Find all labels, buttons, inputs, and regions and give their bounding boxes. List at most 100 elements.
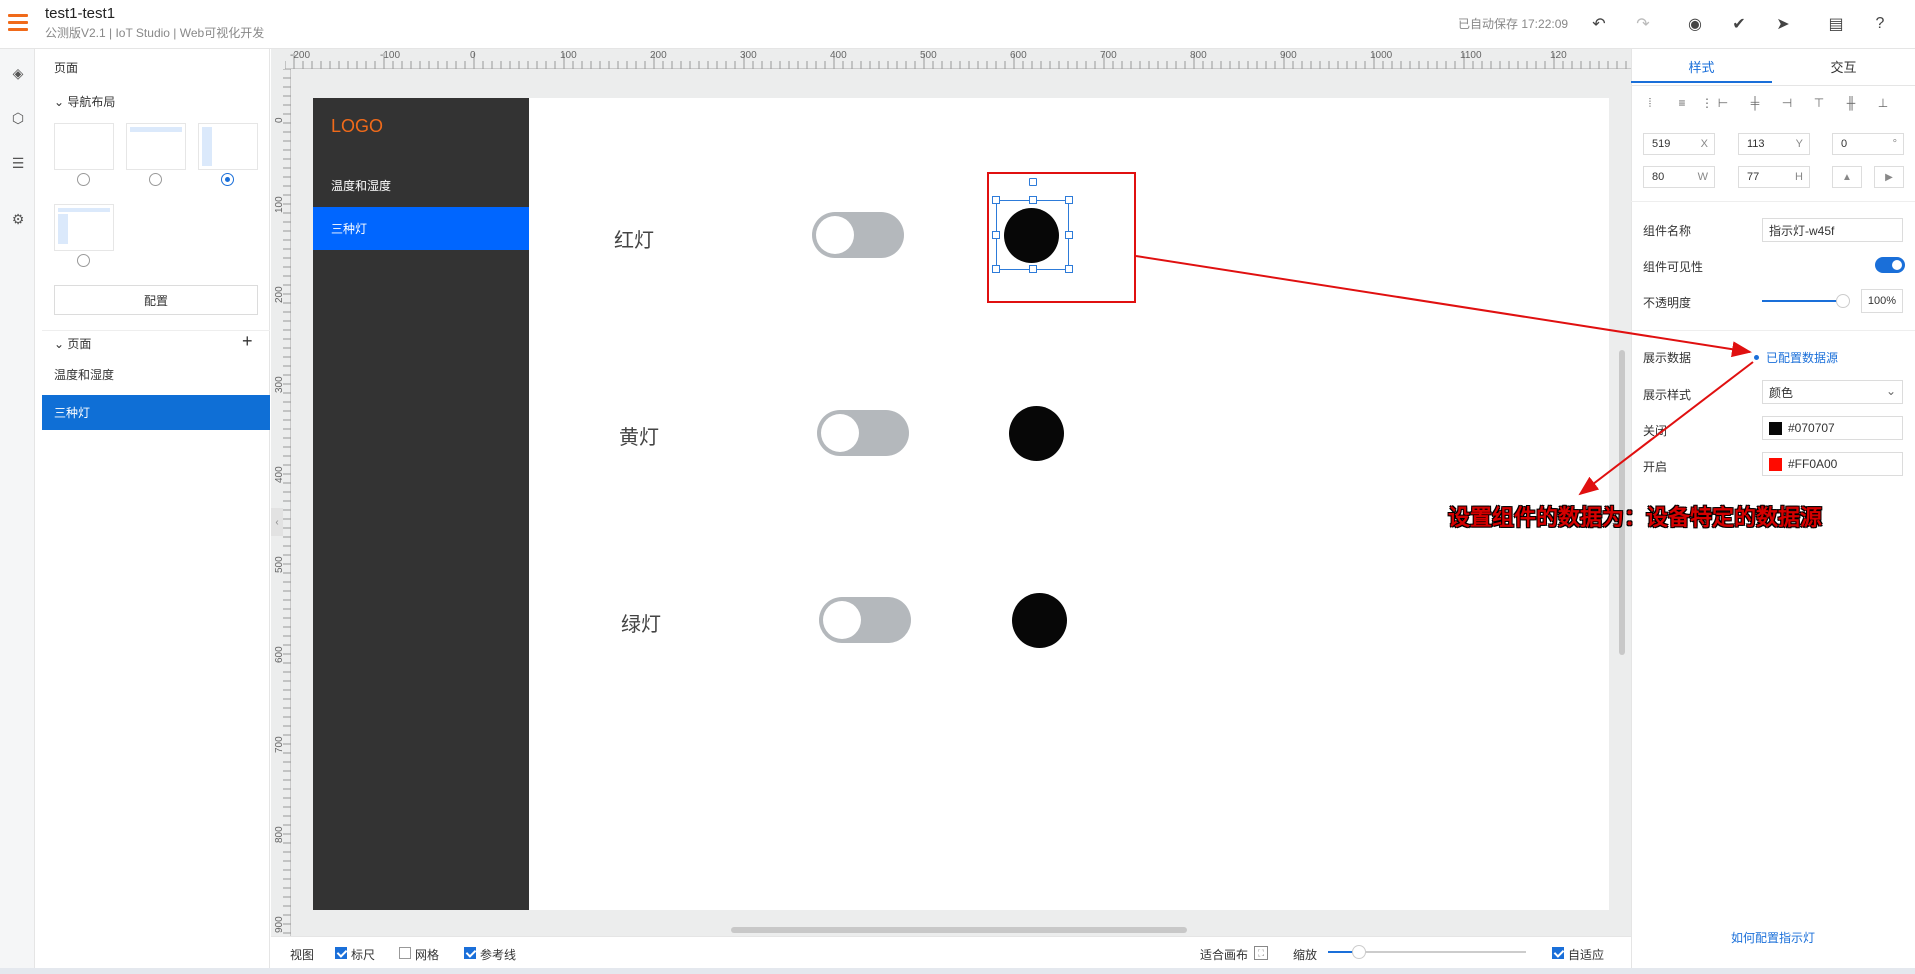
- doc-icon[interactable]: ▤: [1825, 13, 1847, 35]
- on-color-swatch[interactable]: [1769, 457, 1782, 471]
- y-field[interactable]: 113 Y: [1738, 133, 1810, 155]
- tab-style[interactable]: 样式: [1631, 57, 1772, 83]
- help-icon[interactable]: ?: [1869, 13, 1891, 35]
- red-light-switch[interactable]: [812, 212, 904, 258]
- fit-canvas-label[interactable]: 适合画布: [1200, 946, 1248, 963]
- ruler-h-label: -100: [380, 50, 401, 61]
- chevron-down-icon: ⌄: [1885, 384, 1896, 398]
- collapse-panel-icon[interactable]: ‹: [271, 508, 283, 536]
- green-light-label: 绿灯: [621, 614, 661, 636]
- layout-radio-2[interactable]: [149, 173, 162, 186]
- undo-icon[interactable]: ↶: [1588, 13, 1610, 35]
- guide-checkbox[interactable]: [464, 947, 476, 959]
- display-style-select[interactable]: 颜色 ⌄: [1762, 380, 1903, 404]
- align-left-icon[interactable]: ⊢: [1716, 96, 1730, 110]
- opacity-slider-thumb[interactable]: [1836, 294, 1850, 308]
- resize-handle-tr[interactable]: [1065, 196, 1073, 204]
- datasource-link[interactable]: 已配置数据源: [1766, 349, 1838, 366]
- distribute-more-icon[interactable]: ⋮: [1700, 96, 1714, 110]
- green-light-switch[interactable]: [819, 597, 911, 643]
- check-icon[interactable]: ✔: [1728, 13, 1750, 35]
- y-value: 113: [1747, 138, 1765, 150]
- align-center-h-icon[interactable]: ╪: [1748, 96, 1762, 110]
- page-item-three-lights[interactable]: 三种灯: [42, 395, 270, 430]
- width-field[interactable]: 80 W: [1643, 166, 1715, 188]
- display-data-label: 展示数据: [1643, 351, 1692, 365]
- flip-vertical-icon[interactable]: ▲: [1832, 166, 1862, 188]
- distribute-v-icon[interactable]: ≡: [1675, 96, 1689, 110]
- help-link[interactable]: 如何配置指示灯: [1731, 929, 1815, 946]
- off-color-swatch[interactable]: [1769, 421, 1782, 435]
- layout-option-top-side[interactable]: [54, 204, 114, 251]
- grid-checkbox[interactable]: [399, 947, 411, 959]
- page-nav-item-temp-humidity[interactable]: 温度和湿度: [313, 164, 529, 207]
- ruler-h-label: 300: [740, 50, 757, 61]
- component-name-input[interactable]: 指示灯-w45f: [1762, 218, 1903, 242]
- rotate-handle[interactable]: [1029, 178, 1037, 186]
- yellow-light-switch[interactable]: [817, 410, 909, 456]
- opacity-slider-track[interactable]: [1762, 300, 1842, 302]
- ruler-h-label: 600: [1010, 50, 1027, 61]
- ruler-h-ticks: [285, 53, 1627, 69]
- layout-option-side[interactable]: [198, 123, 258, 170]
- ruler-v-label: 700: [274, 736, 285, 753]
- tab-interaction[interactable]: 交互: [1773, 57, 1914, 83]
- distribute-h-icon[interactable]: ⦙: [1643, 96, 1657, 110]
- config-button[interactable]: 配置: [54, 285, 258, 315]
- page-item-temp-humidity[interactable]: 温度和湿度: [42, 357, 270, 392]
- resize-handle-l[interactable]: [992, 231, 1000, 239]
- pages-heading[interactable]: ⌄ 页面: [54, 335, 91, 352]
- resize-handle-bl[interactable]: [992, 265, 1000, 273]
- hamburger-menu-icon[interactable]: [8, 14, 28, 32]
- add-page-icon[interactable]: +: [242, 331, 253, 352]
- layout-radio-4[interactable]: [77, 254, 90, 267]
- resize-handle-tl[interactable]: [992, 196, 1000, 204]
- component-icon[interactable]: ⬡: [8, 108, 28, 128]
- layout-option-none[interactable]: [54, 123, 114, 170]
- resize-handle-br[interactable]: [1065, 265, 1073, 273]
- resize-handle-b[interactable]: [1029, 265, 1037, 273]
- page-nav-item-three-lights[interactable]: 三种灯: [313, 207, 529, 250]
- ruler-v-label: 900: [274, 916, 285, 933]
- publish-icon[interactable]: ➤: [1772, 13, 1794, 35]
- auto-fit-checkbox[interactable]: [1552, 947, 1564, 959]
- ruler-h-label: 1000: [1370, 50, 1393, 61]
- resize-handle-r[interactable]: [1065, 231, 1073, 239]
- ruler-h-label: 400: [830, 50, 847, 61]
- on-color-input[interactable]: #FF0A00: [1762, 452, 1903, 476]
- flip-horizontal-icon[interactable]: ▶: [1874, 166, 1904, 188]
- align-middle-icon[interactable]: ╫: [1844, 96, 1858, 110]
- off-color-input[interactable]: #070707: [1762, 416, 1903, 440]
- panel-title: 页面: [54, 61, 79, 75]
- yellow-light-indicator[interactable]: [1009, 406, 1064, 461]
- ruler-h-label: 700: [1100, 50, 1117, 61]
- w-value: 80: [1652, 171, 1665, 183]
- selection-box[interactable]: [992, 178, 1073, 273]
- green-light-indicator[interactable]: [1012, 593, 1067, 648]
- redo-icon[interactable]: ↷: [1632, 13, 1654, 35]
- fit-canvas-icon[interactable]: ⛶: [1254, 946, 1268, 960]
- preview-icon[interactable]: ◉: [1684, 13, 1706, 35]
- layers-icon[interactable]: ◈: [8, 63, 28, 83]
- x-field[interactable]: 519 X: [1643, 133, 1715, 155]
- opacity-value[interactable]: 100%: [1861, 289, 1903, 313]
- opacity-label: 不透明度: [1643, 296, 1692, 310]
- height-field[interactable]: 77 H: [1738, 166, 1810, 188]
- nav-layout-heading[interactable]: ⌄ 导航布局: [54, 93, 115, 110]
- layout-option-top[interactable]: [126, 123, 186, 170]
- layout-radio-1[interactable]: [77, 173, 90, 186]
- layout-radio-3[interactable]: [221, 173, 234, 186]
- ruler-checkbox[interactable]: [335, 947, 347, 959]
- align-bottom-icon[interactable]: ⊥: [1876, 96, 1890, 110]
- visible-label: 组件可见性: [1643, 260, 1704, 274]
- align-top-icon[interactable]: ⊤: [1812, 96, 1826, 110]
- x-value: 519: [1652, 138, 1671, 150]
- horizontal-scrollbar[interactable]: [731, 927, 1187, 933]
- visible-toggle[interactable]: [1875, 257, 1905, 273]
- align-right-icon[interactable]: ⊣: [1780, 96, 1794, 110]
- settings-icon[interactable]: ⚙: [8, 209, 28, 229]
- zoom-slider-thumb[interactable]: [1352, 945, 1366, 959]
- rotation-field[interactable]: 0 °: [1832, 133, 1904, 155]
- data-icon[interactable]: ☰: [8, 153, 28, 173]
- resize-handle-t[interactable]: [1029, 196, 1037, 204]
